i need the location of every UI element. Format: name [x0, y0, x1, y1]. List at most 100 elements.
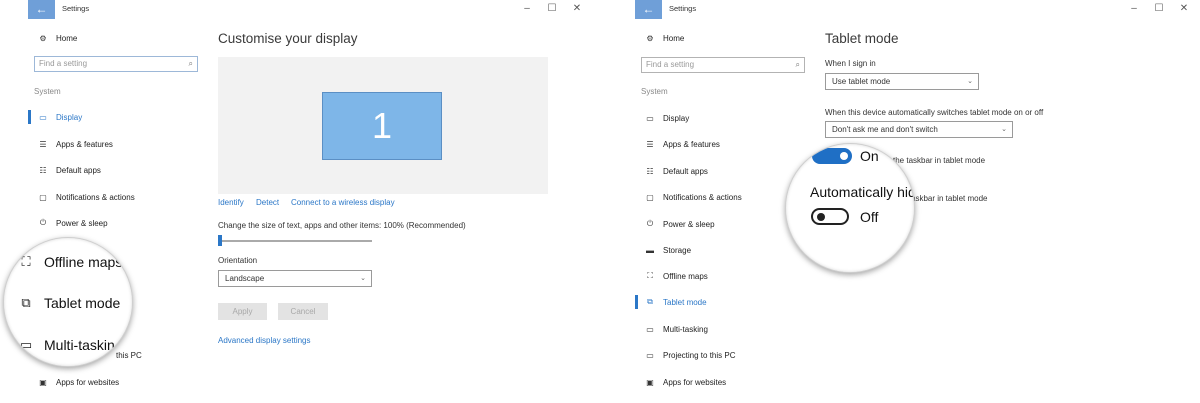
- nav-home[interactable]: ⚙ Home: [643, 30, 684, 46]
- sidebar-item-label: Offline maps: [663, 271, 708, 281]
- title-bar: ← Settings – ☐ ✕: [0, 0, 593, 19]
- mag-item-label: Multi-taskin: [44, 337, 115, 353]
- window-gap: [593, 0, 607, 403]
- maximize-button[interactable]: ☐: [545, 2, 559, 16]
- gear-icon: ⚙: [646, 33, 654, 43]
- sidebar-item-apps-features[interactable]: ☰ Apps & features: [36, 136, 113, 152]
- scale-slider-thumb[interactable]: [218, 235, 222, 246]
- wireless-display-link[interactable]: Connect to a wireless display: [291, 198, 395, 207]
- multitasking-icon: ▭: [19, 337, 33, 352]
- sidebar-item-apps-websites[interactable]: ▣ Apps for websites: [36, 374, 119, 390]
- apply-button[interactable]: Apply: [218, 303, 267, 320]
- sidebar-item-default-apps[interactable]: ☷ Default apps: [643, 163, 708, 179]
- advanced-display-link[interactable]: Advanced display settings: [218, 336, 311, 345]
- nav-home-label: Home: [663, 33, 685, 43]
- toggle-off-label: Off: [860, 209, 879, 225]
- list-icon: ☰: [646, 139, 654, 149]
- sidebar-item-label: Multi-tasking: [663, 324, 708, 334]
- auto-hide-setting-label: Automatically hid: [810, 184, 915, 200]
- mag-item-offline-maps[interactable]: ⛶ Offline maps: [16, 254, 122, 270]
- title-bar: ← Settings – ☐ ✕: [607, 0, 1200, 19]
- selected-indicator: [28, 110, 31, 124]
- sidebar-item-label: Notifications & actions: [663, 192, 742, 202]
- cancel-button[interactable]: Cancel: [278, 303, 328, 320]
- sidebar-item-display[interactable]: ▭ Display: [643, 110, 689, 126]
- chevron-down-icon: ⌄: [360, 275, 366, 282]
- default-apps-icon: ☷: [39, 165, 47, 175]
- storage-icon: ▬: [646, 245, 654, 255]
- sidebar-item-label: Power & sleep: [663, 219, 715, 229]
- sidebar-item-power-sleep[interactable]: ⏻ Power & sleep: [643, 216, 715, 232]
- sidebar-item-multitasking[interactable]: ▭ Multi-tasking: [643, 321, 708, 337]
- mag-item-label: Offline maps: [44, 254, 123, 270]
- page-title: Customise your display: [218, 31, 358, 46]
- sidebar-item-tablet-mode[interactable]: ⧉ Tablet mode: [643, 294, 707, 310]
- toggle-knob: [817, 213, 825, 221]
- sidebar-item-notifications[interactable]: ▢ Notifications & actions: [643, 189, 742, 205]
- sidebar-item-label: Default apps: [56, 165, 101, 175]
- projecting-icon: ▭: [646, 350, 654, 360]
- minimize-icon: –: [1131, 3, 1137, 14]
- maximize-button[interactable]: ☐: [1152, 2, 1166, 16]
- sidebar-item-label: Notifications & actions: [56, 192, 135, 202]
- tablet-mode-icon: ⧉: [21, 295, 31, 310]
- hide-taskbar-toggle-on[interactable]: [812, 148, 852, 164]
- list-icon: ☰: [39, 139, 47, 149]
- mag-item-tablet-mode[interactable]: ⧉ Tablet mode: [16, 295, 120, 311]
- nav-home[interactable]: ⚙ Home: [36, 30, 77, 46]
- display-preview: 1: [218, 57, 548, 194]
- hide-taskbar-label: the taskbar in tablet mode: [893, 156, 986, 165]
- auto-hide-taskbar-label: askbar in tablet mode: [911, 194, 988, 203]
- sidebar-item-power-sleep[interactable]: ⏻ Power & sleep: [36, 215, 108, 231]
- sidebar-item-apps-features[interactable]: ☰ Apps & features: [643, 136, 720, 152]
- magnifier-circle: On Automatically hid Off: [785, 143, 915, 273]
- sidebar-item-projecting-partial[interactable]: this PC: [116, 347, 142, 363]
- sidebar-item-label: Tablet mode: [663, 297, 707, 307]
- sidebar-item-label: this PC: [116, 350, 142, 360]
- close-button[interactable]: ✕: [570, 2, 584, 16]
- minimize-button[interactable]: –: [520, 2, 534, 16]
- orientation-label: Orientation: [218, 256, 258, 265]
- search-input[interactable]: Find a setting ⌕: [641, 57, 805, 73]
- settings-window-tablet-mode: ← Settings – ☐ ✕ ⚙ Home Find a setting ⌕…: [607, 0, 1200, 403]
- multitasking-icon: ▭: [646, 324, 654, 334]
- maximize-icon: ☐: [547, 3, 557, 14]
- group-label-system: System: [641, 87, 668, 96]
- notification-icon: ▢: [646, 192, 654, 202]
- monitor-1[interactable]: 1: [322, 92, 442, 160]
- orientation-dropdown[interactable]: Landscape ⌄: [218, 270, 372, 287]
- map-icon: ⛶: [21, 254, 31, 269]
- sidebar-item-offline-maps[interactable]: ⛶ Offline maps: [643, 268, 708, 284]
- sidebar-item-notifications[interactable]: ▢ Notifications & actions: [36, 189, 135, 205]
- search-input[interactable]: Find a setting ⌕: [34, 56, 198, 72]
- sidebar-item-apps-websites[interactable]: ▣ Apps for websites: [643, 374, 726, 390]
- signin-label: When I sign in: [825, 59, 876, 68]
- sidebar-item-projecting[interactable]: ▭ Projecting to this PC: [643, 347, 735, 363]
- minimize-icon: –: [524, 3, 530, 14]
- magnifier-circle: ⛶ Offline maps ⧉ Tablet mode ▭ Multi-tas…: [3, 237, 133, 367]
- identify-link[interactable]: Identify: [218, 198, 244, 207]
- auto-hide-toggle-off[interactable]: [811, 208, 849, 225]
- sidebar-item-display[interactable]: ▭ Display: [36, 109, 82, 125]
- signin-dropdown[interactable]: Use tablet mode ⌄: [825, 73, 979, 90]
- sidebar-item-label: Projecting to this PC: [663, 350, 736, 360]
- scale-slider[interactable]: [218, 240, 372, 242]
- search-placeholder: Find a setting: [39, 59, 88, 68]
- switch-dropdown[interactable]: Don't ask me and don't switch ⌄: [825, 121, 1013, 138]
- default-apps-icon: ☷: [646, 166, 654, 176]
- detect-link[interactable]: Detect: [256, 198, 279, 207]
- group-label-system: System: [34, 87, 61, 96]
- website-icon: ▣: [646, 377, 654, 387]
- scale-label: Change the size of text, apps and other …: [218, 221, 466, 230]
- sidebar-item-label: Apps & features: [663, 139, 720, 149]
- close-icon: ✕: [1179, 3, 1189, 14]
- sidebar-item-label: Apps & features: [56, 139, 113, 149]
- back-button[interactable]: ←: [635, 0, 662, 19]
- close-button[interactable]: ✕: [1177, 2, 1191, 16]
- website-icon: ▣: [39, 377, 47, 387]
- mag-item-multitasking[interactable]: ▭ Multi-taskin: [16, 337, 115, 353]
- minimize-button[interactable]: –: [1127, 2, 1141, 16]
- sidebar-item-default-apps[interactable]: ☷ Default apps: [36, 162, 101, 178]
- back-button[interactable]: ←: [28, 0, 55, 19]
- sidebar-item-storage[interactable]: ▬ Storage: [643, 242, 691, 258]
